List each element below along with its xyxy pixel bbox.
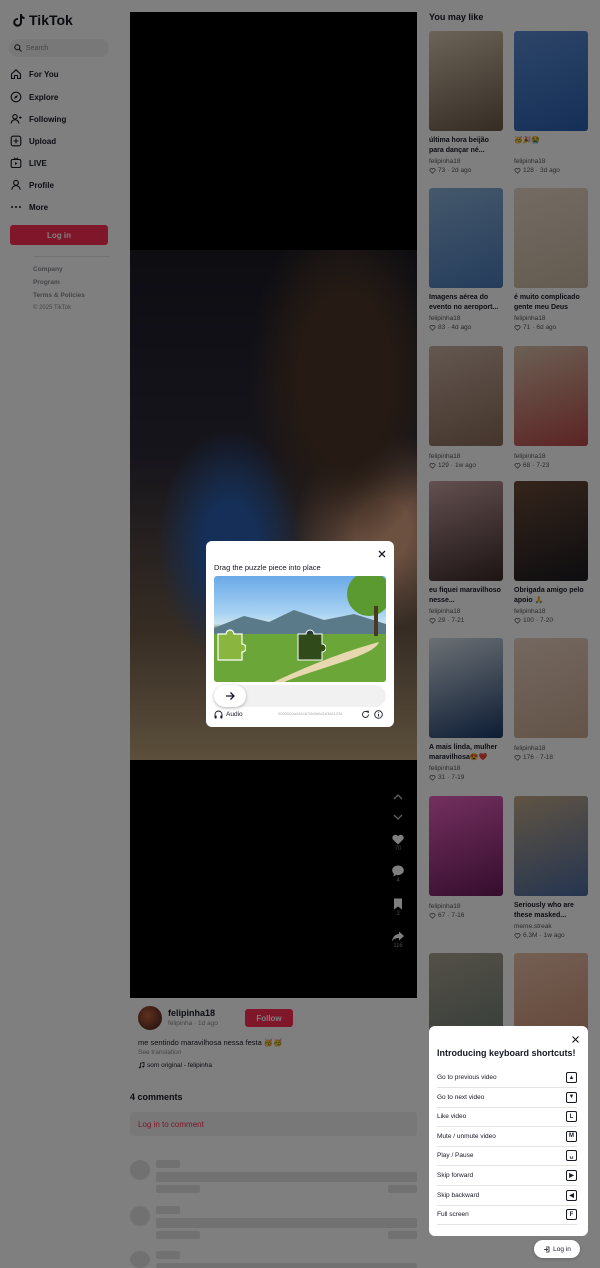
shortcut-key: ▲: [566, 1072, 577, 1083]
shortcut-row: Go to next video ▼: [437, 1088, 577, 1108]
audio-captcha-button[interactable]: Audio: [214, 710, 243, 719]
shortcuts-title: Introducing keyboard shortcuts!: [437, 1048, 576, 1058]
puzzle-slider-handle[interactable]: [214, 685, 246, 707]
audio-label: Audio: [226, 711, 243, 718]
puzzle-image: [214, 576, 386, 682]
shortcut-label: Go to previous video: [437, 1074, 497, 1081]
captcha-modal: Drag the puzzle piece into place Audio 0…: [206, 541, 394, 727]
arrow-right-icon: [226, 692, 235, 700]
shortcut-key: ␣: [566, 1150, 577, 1162]
shortcut-row: Skip backward ◀: [437, 1186, 577, 1206]
close-icon[interactable]: [571, 1035, 580, 1044]
shortcut-row: Skip forward ▶: [437, 1166, 577, 1186]
refresh-icon[interactable]: [361, 710, 370, 719]
puzzle-slot: [297, 629, 326, 661]
keyboard-shortcuts-panel: Introducing keyboard shortcuts! Go to pr…: [429, 1026, 588, 1236]
shortcut-label: Mute / unmute video: [437, 1132, 496, 1140]
shortcut-key: ▼: [566, 1091, 577, 1103]
shortcut-key: L: [566, 1111, 577, 1123]
shortcut-key: ◀: [566, 1189, 577, 1201]
shortcut-label: Like video: [437, 1113, 467, 1121]
shortcut-row: Go to previous video ▲: [437, 1068, 577, 1088]
captcha-code: 0000000a4444b70b0b0d1b3d41234: [278, 711, 343, 716]
shortcut-label: Go to next video: [437, 1093, 485, 1101]
shortcut-label: Full screen: [437, 1211, 469, 1219]
floating-login-label: Log in: [553, 1245, 571, 1253]
shortcut-label: Skip backward: [437, 1191, 480, 1199]
login-icon: [544, 1246, 550, 1252]
shortcut-key: M: [566, 1130, 577, 1142]
shortcut-row: Like video L: [437, 1107, 577, 1128]
headphones-icon: [214, 710, 223, 719]
shortcut-label: Skip forward: [437, 1172, 474, 1179]
shortcut-row: Mute / unmute video M: [437, 1127, 577, 1147]
shortcut-key: F: [566, 1209, 577, 1221]
shortcut-row: Full screen F: [437, 1205, 577, 1226]
puzzle-piece[interactable]: [216, 628, 246, 662]
shortcut-label: Play / Pause: [437, 1152, 474, 1160]
info-icon[interactable]: [374, 710, 383, 719]
captcha-title: Drag the puzzle piece into place: [214, 563, 321, 572]
floating-login-button[interactable]: Log in: [534, 1240, 580, 1258]
shortcut-key: ▶: [566, 1170, 577, 1181]
close-icon[interactable]: [376, 548, 388, 560]
shortcut-row: Play / Pause ␣: [437, 1146, 577, 1167]
